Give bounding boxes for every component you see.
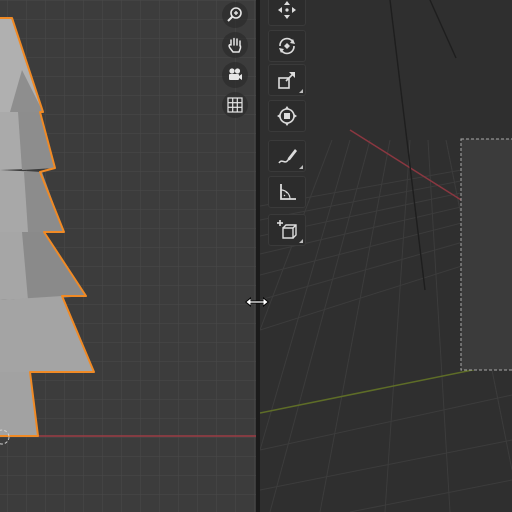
measure-tool-icon	[280, 184, 296, 200]
move-tool-button[interactable]	[268, 0, 306, 26]
camera-frustum-line	[389, 0, 426, 291]
rotate-tool-icon	[279, 37, 295, 55]
add-cube-tool-button[interactable]	[268, 214, 306, 246]
transform-tool-button[interactable]	[268, 100, 306, 132]
measure-tool-button[interactable]	[268, 176, 306, 208]
camera-icon[interactable]	[222, 62, 248, 88]
transform-tool-icon	[277, 106, 297, 126]
scale-tool-icon	[278, 72, 295, 89]
camera-view-frame	[460, 138, 512, 371]
add-cube-tool-icon	[277, 220, 297, 239]
left-viewport-canvas	[0, 0, 256, 512]
annotate-tool-icon	[278, 149, 297, 164]
annotate-tool-button[interactable]	[268, 140, 306, 172]
scale-tool-button[interactable]	[268, 64, 306, 96]
horizontal-resize-cursor	[245, 294, 269, 308]
left-3d-viewport[interactable]	[0, 0, 256, 512]
hand-pan-icon[interactable]	[222, 32, 248, 58]
grid-view-icon[interactable]	[222, 92, 248, 118]
camera-frustum-line	[429, 0, 457, 59]
zoom-icon[interactable]	[222, 2, 248, 28]
move-tool-icon	[278, 1, 296, 19]
rotate-tool-button[interactable]	[268, 30, 306, 62]
